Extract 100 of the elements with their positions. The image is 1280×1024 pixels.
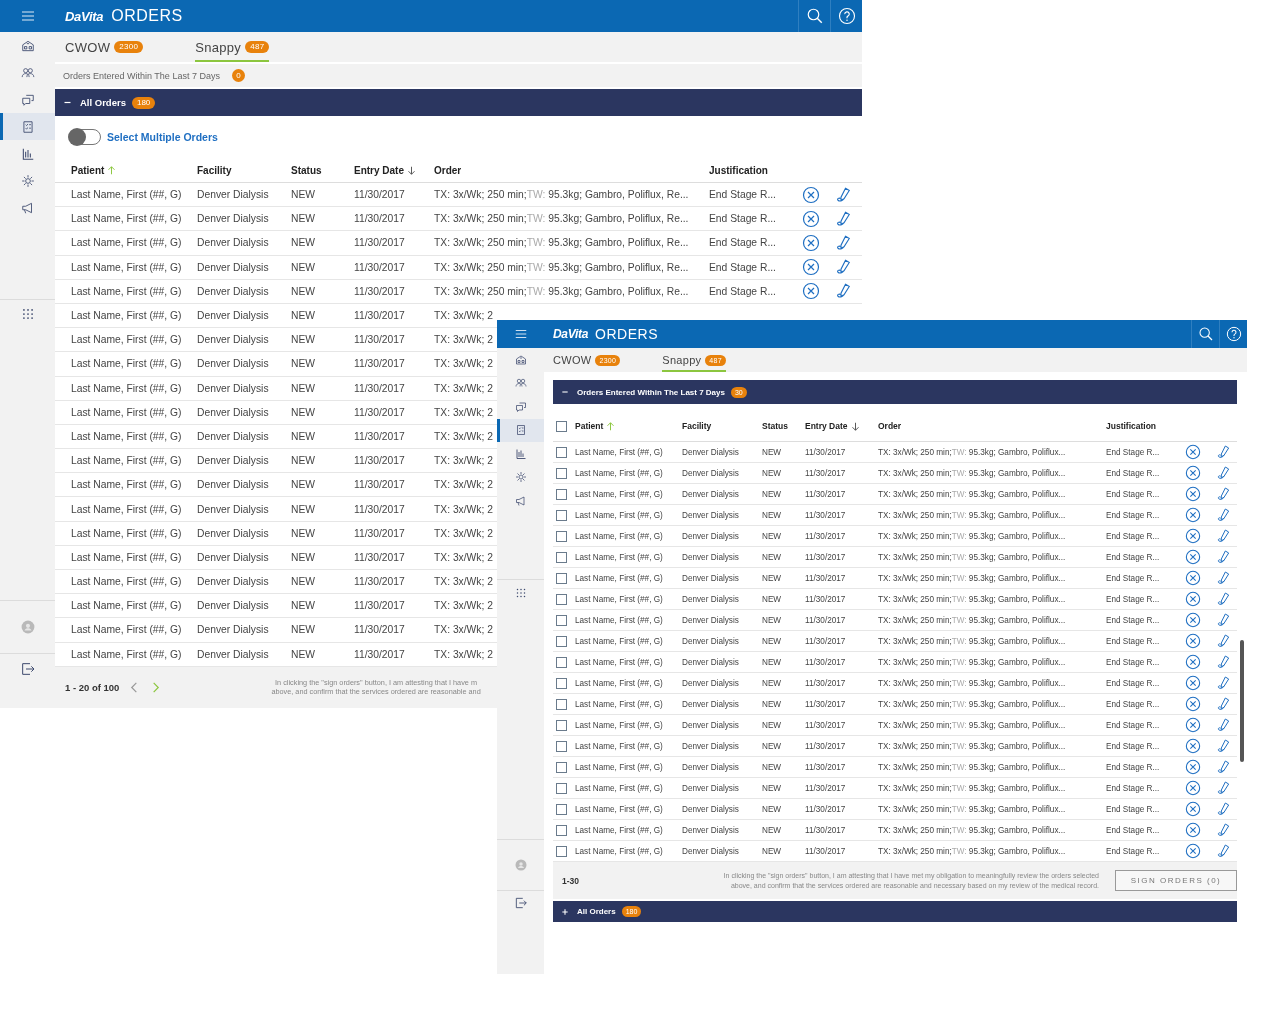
column-header[interactable]: Patient [575,421,616,431]
column-header[interactable]: Facility [197,164,232,176]
table-cell: Last Name, First (##, G) [575,468,663,478]
table-cell: NEW [762,783,782,793]
table-cell: NEW [762,531,782,541]
table-cell: Denver Dialysis [682,447,739,457]
table-cell: Last Name, First (##, G) [575,720,663,730]
table-cell: Last Name, First (##, G) [575,615,663,625]
table-cell: Denver Dialysis [682,510,739,520]
checkbox[interactable] [556,656,567,668]
checkbox[interactable] [556,488,567,500]
table-cell: Denver Dialysis [682,762,739,772]
table-cell: 11/30/2017 [354,261,405,273]
sidebar-item[interactable] [0,113,55,140]
checkbox[interactable] [556,420,567,432]
checkbox[interactable] [556,551,567,563]
table-cell: 11/30/2017 [805,552,846,562]
table-cell: End Stage R... [1106,510,1160,520]
table-cell: Last Name, First (##, G) [575,678,663,688]
column-header[interactable]: Justification [1106,421,1157,431]
checkbox[interactable] [556,761,567,773]
scrollbar[interactable] [1240,640,1244,762]
table-cell: Denver Dialysis [197,648,269,660]
column-header[interactable]: Entry Date [805,421,860,431]
table-cell: TX: 3x/Wk; 250 min;TW: 95.3kg; Gambro, Poliflux... [878,615,1066,625]
column-header[interactable]: Facility [682,421,712,431]
table-cell: 11/30/2017 [805,489,846,499]
checkbox[interactable] [556,614,567,626]
checkbox[interactable] [556,572,567,584]
checkbox[interactable] [556,845,567,857]
table-cell: End Stage R... [1106,531,1160,541]
checkbox[interactable] [556,782,567,794]
table-cell: NEW [291,600,316,612]
checkbox[interactable] [556,530,567,542]
checkbox[interactable] [556,824,567,836]
checkbox[interactable] [556,698,567,710]
table-cell: End Stage R... [1106,783,1160,793]
table-cell: TX: 3x/Wk; 2 [434,527,493,539]
checkbox[interactable] [556,635,567,647]
table-cell: Last Name, First (##, G) [71,479,182,491]
toggle-label[interactable]: Select Multiple Orders [107,131,218,143]
table-cell: 11/30/2017 [805,699,846,709]
table-cell: Last Name, First (##, G) [71,382,182,394]
column-header[interactable]: Status [762,421,788,431]
checkbox[interactable] [556,509,567,521]
table-cell: TX: 3x/Wk; 2 [434,479,493,491]
table-cell: End Stage R... [1106,741,1160,751]
table-cell: NEW [762,615,782,625]
table-cell: 11/30/2017 [354,213,405,225]
column-header[interactable]: Justification [709,164,768,176]
table-cell: Last Name, First (##, G) [71,527,182,539]
table-cell: TX: 3x/Wk; 2 [434,430,493,442]
checkbox[interactable] [556,446,567,458]
table-cell: Last Name, First (##, G) [575,699,663,709]
table-cell: Last Name, First (##, G) [71,455,182,467]
table-cell: Denver Dialysis [682,594,739,604]
checkbox[interactable] [556,740,567,752]
table-cell: TX: 3x/Wk; 250 min;TW: 95.3kg; Gambro, Poliflux... [878,552,1066,562]
column-header[interactable]: Order [434,164,462,176]
table-cell: 11/30/2017 [354,406,405,418]
table-cell: NEW [291,455,316,467]
column-header[interactable]: Entry Date [354,164,416,176]
checkbox[interactable] [556,803,567,815]
table-cell: TX: 3x/Wk; 2 [434,382,493,394]
checkbox[interactable] [556,719,567,731]
table-cell: TX: 3x/Wk; 2 [434,455,493,467]
table-cell: Denver Dialysis [682,468,739,478]
table-cell: Denver Dialysis [682,531,739,541]
checkbox[interactable] [556,677,567,689]
table-cell: TX: 3x/Wk; 250 min;TW: 95.3kg; Gambro, Poliflux... [878,573,1066,583]
table-cell: 11/30/2017 [805,615,846,625]
table-cell: Denver Dialysis [197,551,269,563]
checkbox[interactable] [556,467,567,479]
table-cell: Denver Dialysis [197,382,269,394]
tab[interactable]: CWOW 2300 [65,32,144,62]
table-cell: End Stage R... [1106,657,1160,667]
table-cell: Last Name, First (##, G) [575,825,663,835]
table-cell: Denver Dialysis [197,406,269,418]
table-cell: 11/30/2017 [805,636,846,646]
sidebar-item[interactable] [497,418,544,442]
column-header[interactable]: Status [291,164,322,176]
table-cell: 11/30/2017 [354,285,405,297]
table-cell: TX: 3x/Wk; 2 [434,648,493,660]
tab[interactable]: Snappy 487 [195,32,270,62]
table-cell: 11/30/2017 [805,468,846,478]
column-header[interactable]: Patient [71,164,117,176]
checkbox[interactable] [556,593,567,605]
table-cell: NEW [291,430,316,442]
toggle-switch[interactable] [69,129,101,145]
count-badge: 2300 [114,41,144,53]
table-cell: 11/30/2017 [805,741,846,751]
table-cell: 11/30/2017 [354,382,405,394]
table-cell: Last Name, First (##, G) [575,573,663,583]
table-cell: 11/30/2017 [805,510,846,520]
column-header[interactable]: Order [878,421,902,431]
section-header[interactable]: All Orders 180 [55,89,862,116]
table-cell: 11/30/2017 [354,479,405,491]
table-cell: End Stage R... [1106,804,1160,814]
page-range: 1-30 [562,875,580,886]
section-header[interactable]: Orders Entered Within The Last 7 Days 0 [55,64,862,87]
